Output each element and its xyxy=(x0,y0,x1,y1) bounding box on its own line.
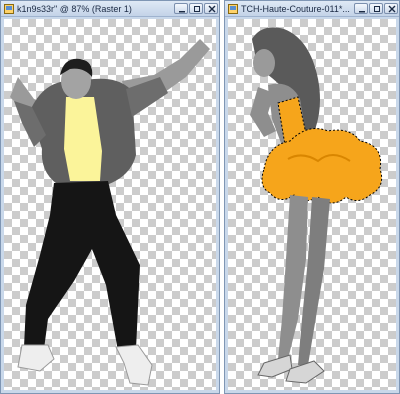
minimize-icon xyxy=(179,11,185,13)
window-titlebar[interactable]: k1n9s33r" @ 87% (Raster 1) xyxy=(1,1,219,17)
minimize-button[interactable] xyxy=(174,3,188,14)
window-title: k1n9s33r" @ 87% (Raster 1) xyxy=(17,3,132,14)
image-window-right[interactable]: TCH-Haute-Couture-011*... xyxy=(224,0,400,394)
window-title: TCH-Haute-Couture-011*... xyxy=(241,3,350,14)
head xyxy=(253,49,275,77)
image-document-icon xyxy=(4,3,14,14)
close-icon xyxy=(388,5,396,13)
close-button[interactable] xyxy=(384,3,398,14)
image-canvas[interactable] xyxy=(228,19,396,390)
restore-icon xyxy=(194,6,200,12)
image-canvas[interactable] xyxy=(4,19,216,390)
restore-icon xyxy=(374,6,380,12)
image-window-left[interactable]: k1n9s33r" @ 87% (Raster 1) xyxy=(0,0,220,394)
restore-button[interactable] xyxy=(189,3,203,14)
image-document-icon xyxy=(228,3,238,14)
close-icon xyxy=(208,5,216,13)
pinup-figure xyxy=(250,27,383,384)
dancer-figure xyxy=(10,39,210,386)
shoe-left xyxy=(257,354,293,378)
restore-button[interactable] xyxy=(369,3,383,14)
minimize-icon xyxy=(359,11,365,13)
minimize-button[interactable] xyxy=(354,3,368,14)
shoe-right xyxy=(115,344,153,386)
pants xyxy=(24,181,140,351)
window-titlebar[interactable]: TCH-Haute-Couture-011*... xyxy=(225,1,399,17)
close-button[interactable] xyxy=(204,3,218,14)
shoe-left xyxy=(17,344,55,372)
